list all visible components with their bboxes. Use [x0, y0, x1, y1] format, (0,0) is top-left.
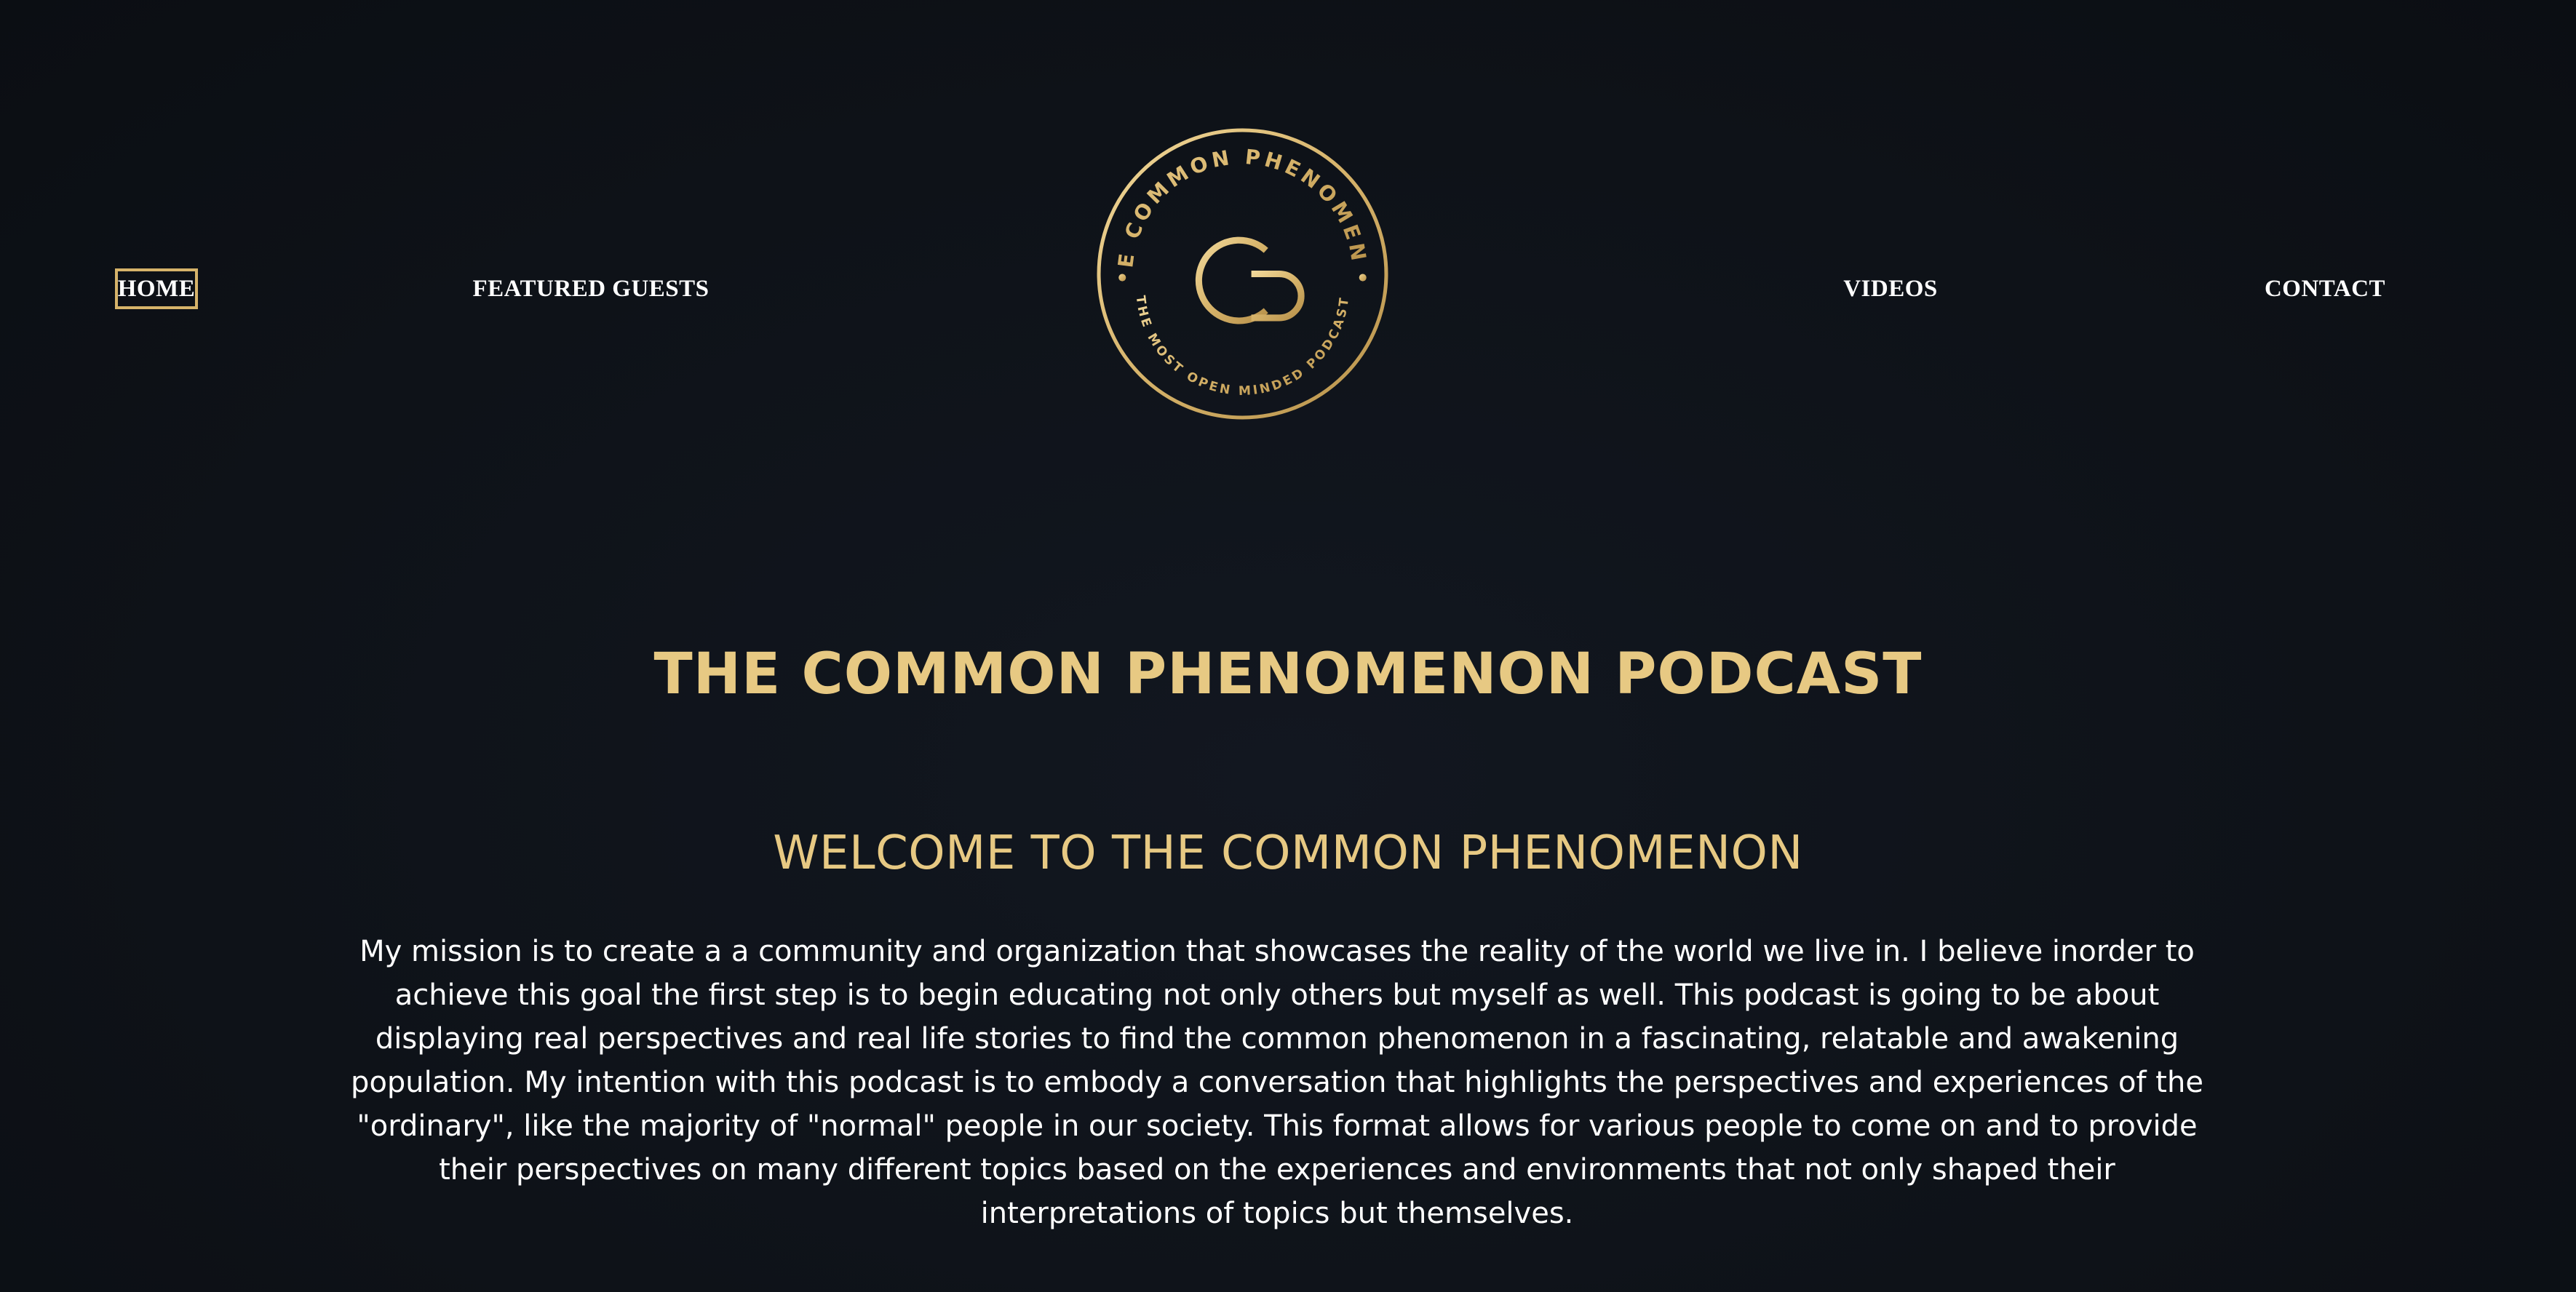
logo-ring-top-text: THE COMMON PHENOMENON [1085, 108, 1367, 269]
svg-text:THE COMMON PHENOMENON: THE COMMON PHENOMENON [1096, 127, 1371, 269]
page-title: THE COMMON PHENOMENON PODCAST [653, 642, 1923, 708]
logo-ring-bottom-text: THE MOST OPEN MINDED PODCAST [1133, 295, 1350, 399]
site-logo[interactable]: THE COMMON PHENOMENON THE MOST OPEN MIND… [1085, 108, 1389, 420]
nav-home-link[interactable]: HOME [115, 268, 198, 309]
welcome-subtitle: WELCOME TO THE COMMON PHENOMENON [773, 826, 1803, 881]
svg-text:THE MOST OPEN MINDED PODCAST: THE MOST OPEN MINDED PODCAST [1133, 295, 1353, 399]
logo-emblem-icon: THE COMMON PHENOMENON THE MOST OPEN MIND… [1085, 108, 1388, 420]
mission-paragraph: My mission is to create a a community an… [351, 935, 2203, 1230]
nav-contact-link[interactable]: CONTACT [2265, 268, 2385, 309]
tcp-monogram-icon [1189, 212, 1305, 348]
nav-featured-guests-link[interactable]: FEATURED GUESTS [472, 268, 709, 309]
nav-videos-link[interactable]: VIDEOS [1843, 268, 1938, 309]
